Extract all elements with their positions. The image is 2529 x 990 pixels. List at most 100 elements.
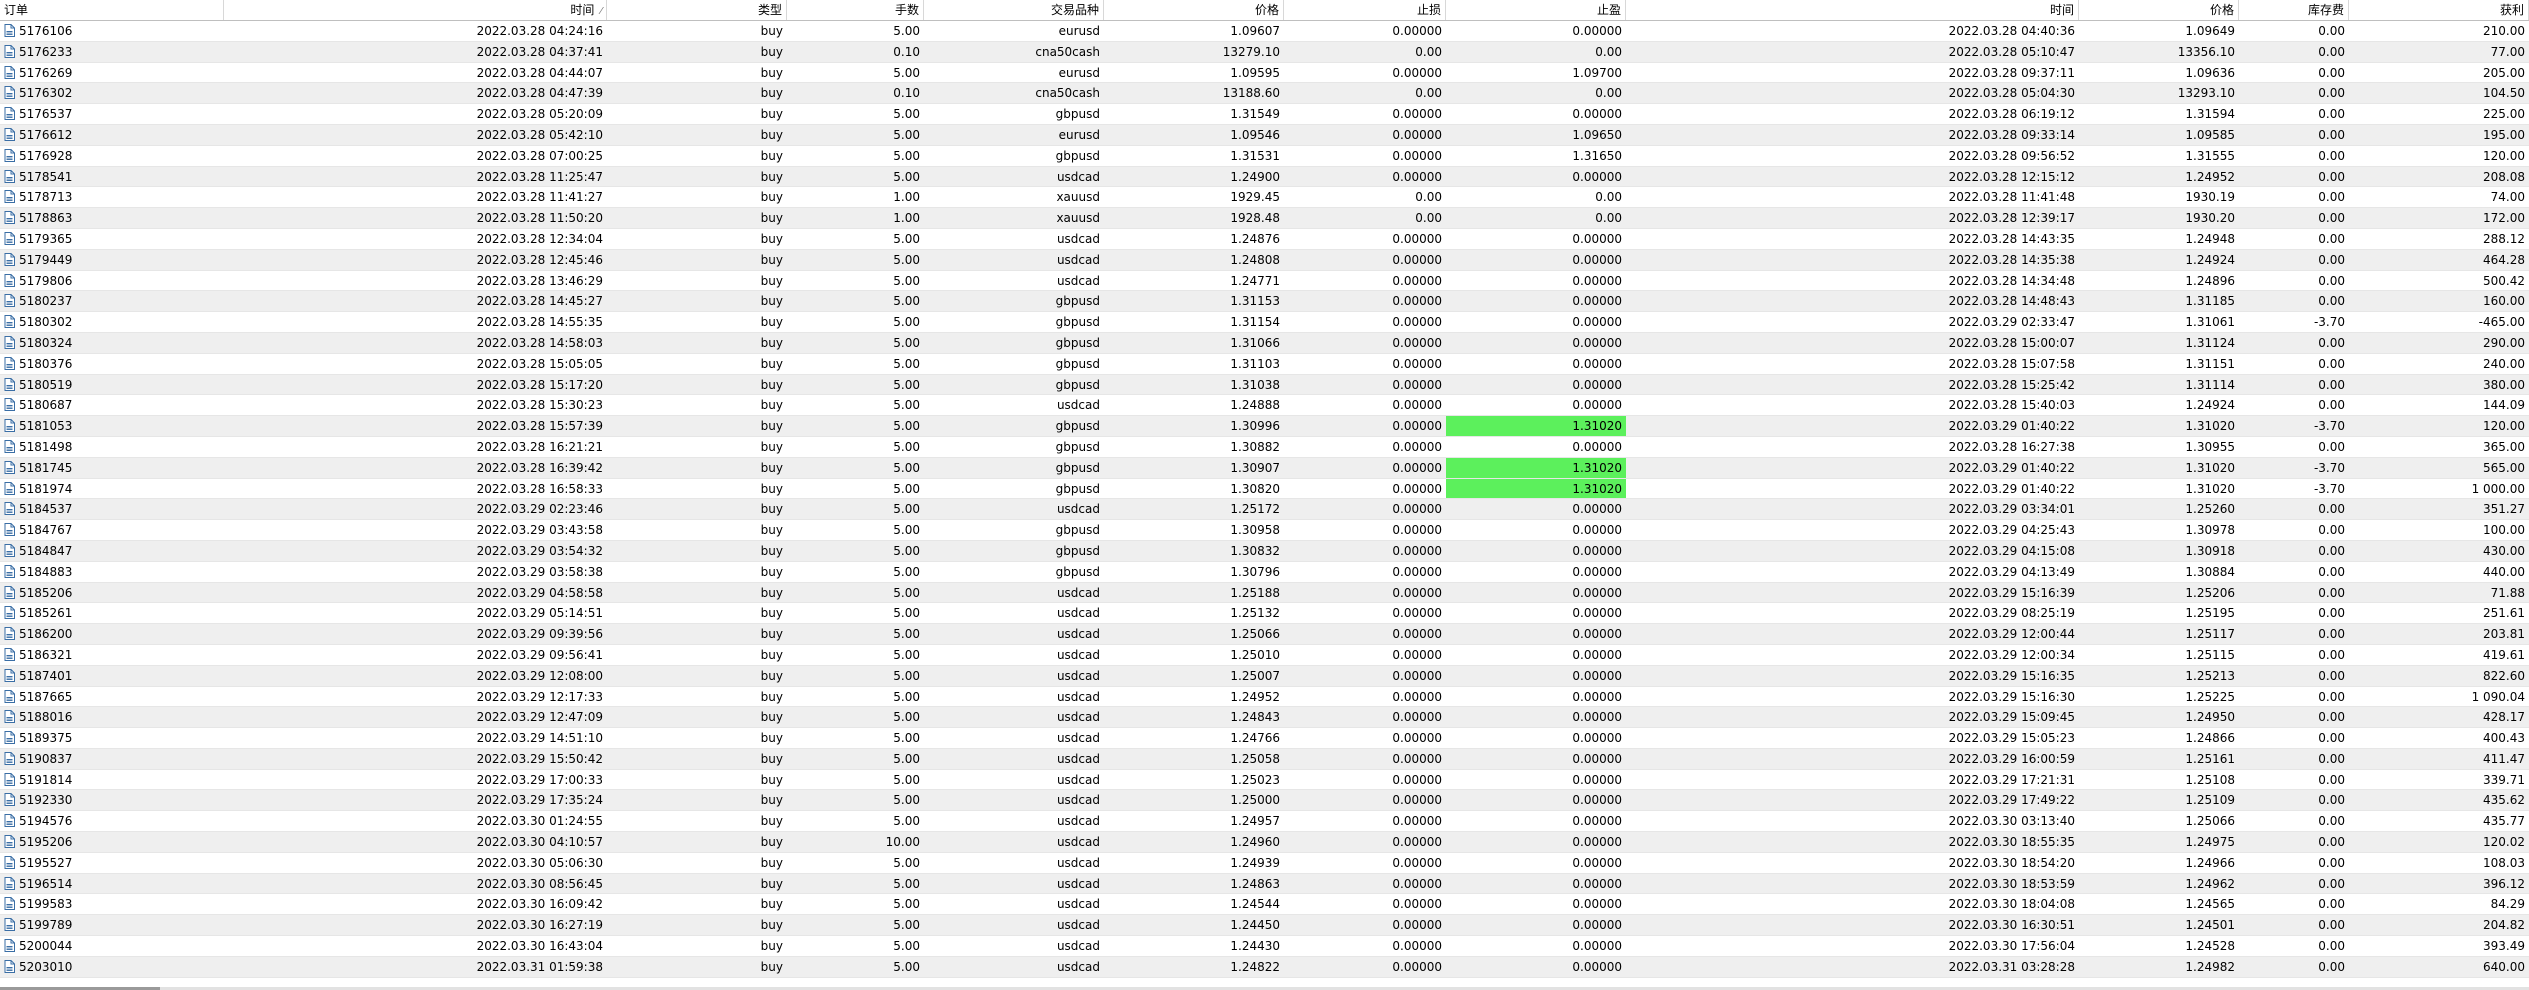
col-header-sl[interactable]: 止损 [1284, 0, 1446, 20]
table-row[interactable]: 5180687 2022.03.28 15:30:23 buy 5.00 usdcad 1… [0, 395, 2529, 417]
type-cell: buy [760, 419, 783, 434]
table-row[interactable]: 5176302 2022.03.28 04:47:39 buy 0.10 cna50ca… [0, 83, 2529, 105]
table-row[interactable]: 5180519 2022.03.28 15:17:20 buy 5.00 gbpusd 1… [0, 374, 2529, 396]
profit-cell: 288.12 [2483, 231, 2525, 246]
table-row[interactable]: 5190837 2022.03.29 15:50:42 buy 5.00 usdcad 1… [0, 748, 2529, 770]
table-row[interactable]: 5181498 2022.03.28 16:21:21 buy 5.00 gbpusd 1… [0, 437, 2529, 458]
table-row[interactable]: 5186200 2022.03.29 09:39:56 buy 5.00 usdcad 1… [0, 624, 2529, 645]
table-row[interactable]: 5181974 2022.03.28 16:58:33 buy 5.00 gbpusd 1… [0, 478, 2529, 500]
type-cell: buy [760, 273, 783, 288]
profit-cell: 380.00 [2483, 377, 2525, 392]
table-row[interactable]: 5185206 2022.03.29 04:58:58 buy 5.00 usdcad 1… [0, 582, 2529, 604]
table-row[interactable]: 5200044 2022.03.30 16:43:04 buy 5.00 usdcad 1… [0, 936, 2529, 957]
table-row[interactable]: 5194576 2022.03.30 01:24:55 buy 5.00 usdcad 1… [0, 811, 2529, 833]
col-header-open-time[interactable]: 时间 ⁄ [224, 0, 607, 20]
document-icon [4, 86, 15, 100]
open-price-cell: 1.24888 [1230, 398, 1280, 413]
col-header-close-price[interactable]: 价格 [2079, 0, 2239, 20]
swap-cell: 0.00 [2318, 169, 2345, 184]
order-cell: 5191814 [0, 770, 224, 790]
table-row[interactable]: 5176106 2022.03.28 04:24:16 buy 5.00 eurusd 1… [0, 21, 2529, 42]
table-row[interactable]: 5195206 2022.03.30 04:10:57 buy 10.00 usdcad… [0, 832, 2529, 853]
order-number: 5176233 [19, 44, 73, 59]
table-row[interactable]: 5188016 2022.03.29 12:47:09 buy 5.00 usdcad 1… [0, 707, 2529, 729]
table-row[interactable]: 5180376 2022.03.28 15:05:05 buy 5.00 gbpusd 1… [0, 354, 2529, 375]
table-row[interactable]: 5195527 2022.03.30 05:06:30 buy 5.00 usdcad 1… [0, 853, 2529, 874]
swap-cell: 0.00 [2318, 356, 2345, 371]
table-row[interactable]: 5176612 2022.03.28 05:42:10 buy 5.00 eurusd 1… [0, 124, 2529, 146]
table-row[interactable]: 5187401 2022.03.29 12:08:00 buy 5.00 usdcad 1… [0, 665, 2529, 687]
table-row[interactable]: 5185261 2022.03.29 05:14:51 buy 5.00 usdcad 1… [0, 603, 2529, 625]
table-row[interactable]: 5192330 2022.03.29 17:35:24 buy 5.00 usdcad 1… [0, 790, 2529, 812]
table-row[interactable]: 5184883 2022.03.29 03:58:38 buy 5.00 gbpusd 1… [0, 562, 2529, 583]
table-row[interactable]: 5176537 2022.03.28 05:20:09 buy 5.00 gbpusd 1… [0, 104, 2529, 125]
table-row[interactable]: 5176928 2022.03.28 07:00:25 buy 5.00 gbpusd 1… [0, 146, 2529, 167]
swap-cell: -3.70 [2313, 481, 2345, 496]
table-row[interactable]: 5181745 2022.03.28 16:39:42 buy 5.00 gbpusd 1… [0, 457, 2529, 479]
profit-cell: 400.43 [2483, 731, 2525, 746]
col-header-swap[interactable]: 库存费 [2239, 0, 2349, 20]
open-time-cell: 2022.03.29 03:54:32 [476, 543, 603, 558]
document-icon [4, 710, 15, 724]
open-time-cell: 2022.03.29 09:39:56 [476, 627, 603, 642]
tp-cell: 0.00000 [1572, 751, 1622, 766]
sl-cell: 0.00000 [1392, 897, 1442, 912]
table-row[interactable]: 5189375 2022.03.29 14:51:10 buy 5.00 usdcad 1… [0, 728, 2529, 749]
table-row[interactable]: 5181053 2022.03.28 15:57:39 buy 5.00 gbpusd 1… [0, 416, 2529, 437]
open-price-cell: 1.25023 [1230, 772, 1280, 787]
table-row[interactable]: 5191814 2022.03.29 17:00:33 buy 5.00 usdcad 1… [0, 770, 2529, 791]
close-price-cell: 1.24924 [2185, 252, 2235, 267]
table-row[interactable]: 5176233 2022.03.28 04:37:41 buy 0.10 cna50ca… [0, 41, 2529, 63]
table-row[interactable]: 5180324 2022.03.28 14:58:03 buy 5.00 gbpusd 1… [0, 332, 2529, 354]
open-price-cell: 1929.45 [1230, 190, 1280, 205]
swap-cell: 0.00 [2318, 814, 2345, 829]
close-time-cell: 2022.03.29 01:40:22 [1948, 481, 2075, 496]
close-price-cell: 13293.10 [2177, 86, 2235, 101]
table-row[interactable]: 5179806 2022.03.28 13:46:29 buy 5.00 usdcad 1… [0, 271, 2529, 292]
sl-cell: 0.00000 [1392, 855, 1442, 870]
col-header-profit[interactable]: 获利 [2349, 0, 2529, 20]
lots-cell: 5.00 [893, 751, 920, 766]
type-cell: buy [760, 169, 783, 184]
col-header-order[interactable]: 订单 [0, 0, 224, 20]
col-header-open-price[interactable]: 价格 [1104, 0, 1284, 20]
table-row[interactable]: 5184767 2022.03.29 03:43:58 buy 5.00 gbpusd 1… [0, 520, 2529, 541]
table-row[interactable]: 5176269 2022.03.28 04:44:07 buy 5.00 eurusd 1… [0, 63, 2529, 84]
sl-cell: 0.00000 [1392, 502, 1442, 517]
table-row[interactable]: 5180237 2022.03.28 14:45:27 buy 5.00 gbpusd 1… [0, 291, 2529, 313]
table-row[interactable]: 5184537 2022.03.29 02:23:46 buy 5.00 usdcad 1… [0, 499, 2529, 521]
col-header-type[interactable]: 类型 [607, 0, 787, 20]
sl-cell: 0.00000 [1392, 793, 1442, 808]
document-icon [4, 460, 15, 474]
order-number: 5180237 [19, 294, 73, 309]
table-row[interactable]: 5187665 2022.03.29 12:17:33 buy 5.00 usdcad 1… [0, 687, 2529, 708]
table-row[interactable]: 5196514 2022.03.30 08:56:45 buy 5.00 usdcad 1… [0, 873, 2529, 895]
table-row[interactable]: 5179449 2022.03.28 12:45:46 buy 5.00 usdcad 1… [0, 249, 2529, 271]
open-time-cell: 2022.03.28 05:42:10 [476, 127, 603, 142]
lots-cell: 5.00 [893, 148, 920, 163]
sl-cell: 0.00000 [1392, 939, 1442, 954]
table-row[interactable]: 5184847 2022.03.29 03:54:32 buy 5.00 gbpusd 1… [0, 540, 2529, 562]
table-row[interactable]: 5180302 2022.03.28 14:55:35 buy 5.00 gbpusd 1… [0, 312, 2529, 333]
order-number: 5184883 [19, 564, 73, 579]
col-header-tp[interactable]: 止盈 [1446, 0, 1626, 20]
sl-cell: 0.00000 [1392, 606, 1442, 621]
table-row[interactable]: 5178713 2022.03.28 11:41:27 buy 1.00 xauusd 1… [0, 187, 2529, 209]
profit-cell: 204.82 [2483, 918, 2525, 933]
col-header-symbol[interactable]: 交易品种 [924, 0, 1104, 20]
table-row[interactable]: 5186321 2022.03.29 09:56:41 buy 5.00 usdcad 1… [0, 645, 2529, 666]
col-header-close-time[interactable]: 时间 [1626, 0, 2079, 20]
document-icon [4, 793, 15, 807]
table-row[interactable]: 5179365 2022.03.28 12:34:04 buy 5.00 usdcad 1… [0, 229, 2529, 250]
tp-cell: 0.00000 [1572, 918, 1622, 933]
table-row[interactable]: 5178541 2022.03.28 11:25:47 buy 5.00 usdcad 1… [0, 166, 2529, 188]
table-row[interactable]: 5199583 2022.03.30 16:09:42 buy 5.00 usdcad 1… [0, 894, 2529, 916]
close-time-cell: 2022.03.28 15:07:58 [1948, 356, 2075, 371]
table-row[interactable]: 5199789 2022.03.30 16:27:19 buy 5.00 usdcad 1… [0, 915, 2529, 937]
table-row[interactable]: 5203010 2022.03.31 01:59:38 buy 5.00 usdcad 1… [0, 956, 2529, 978]
sl-cell: 0.00000 [1392, 65, 1442, 80]
open-price-cell: 1.24952 [1230, 689, 1280, 704]
symbol-cell: gbpusd [1055, 335, 1100, 350]
table-row[interactable]: 5178863 2022.03.28 11:50:20 buy 1.00 xauusd 1… [0, 208, 2529, 229]
col-header-lots[interactable]: 手数 [787, 0, 924, 20]
